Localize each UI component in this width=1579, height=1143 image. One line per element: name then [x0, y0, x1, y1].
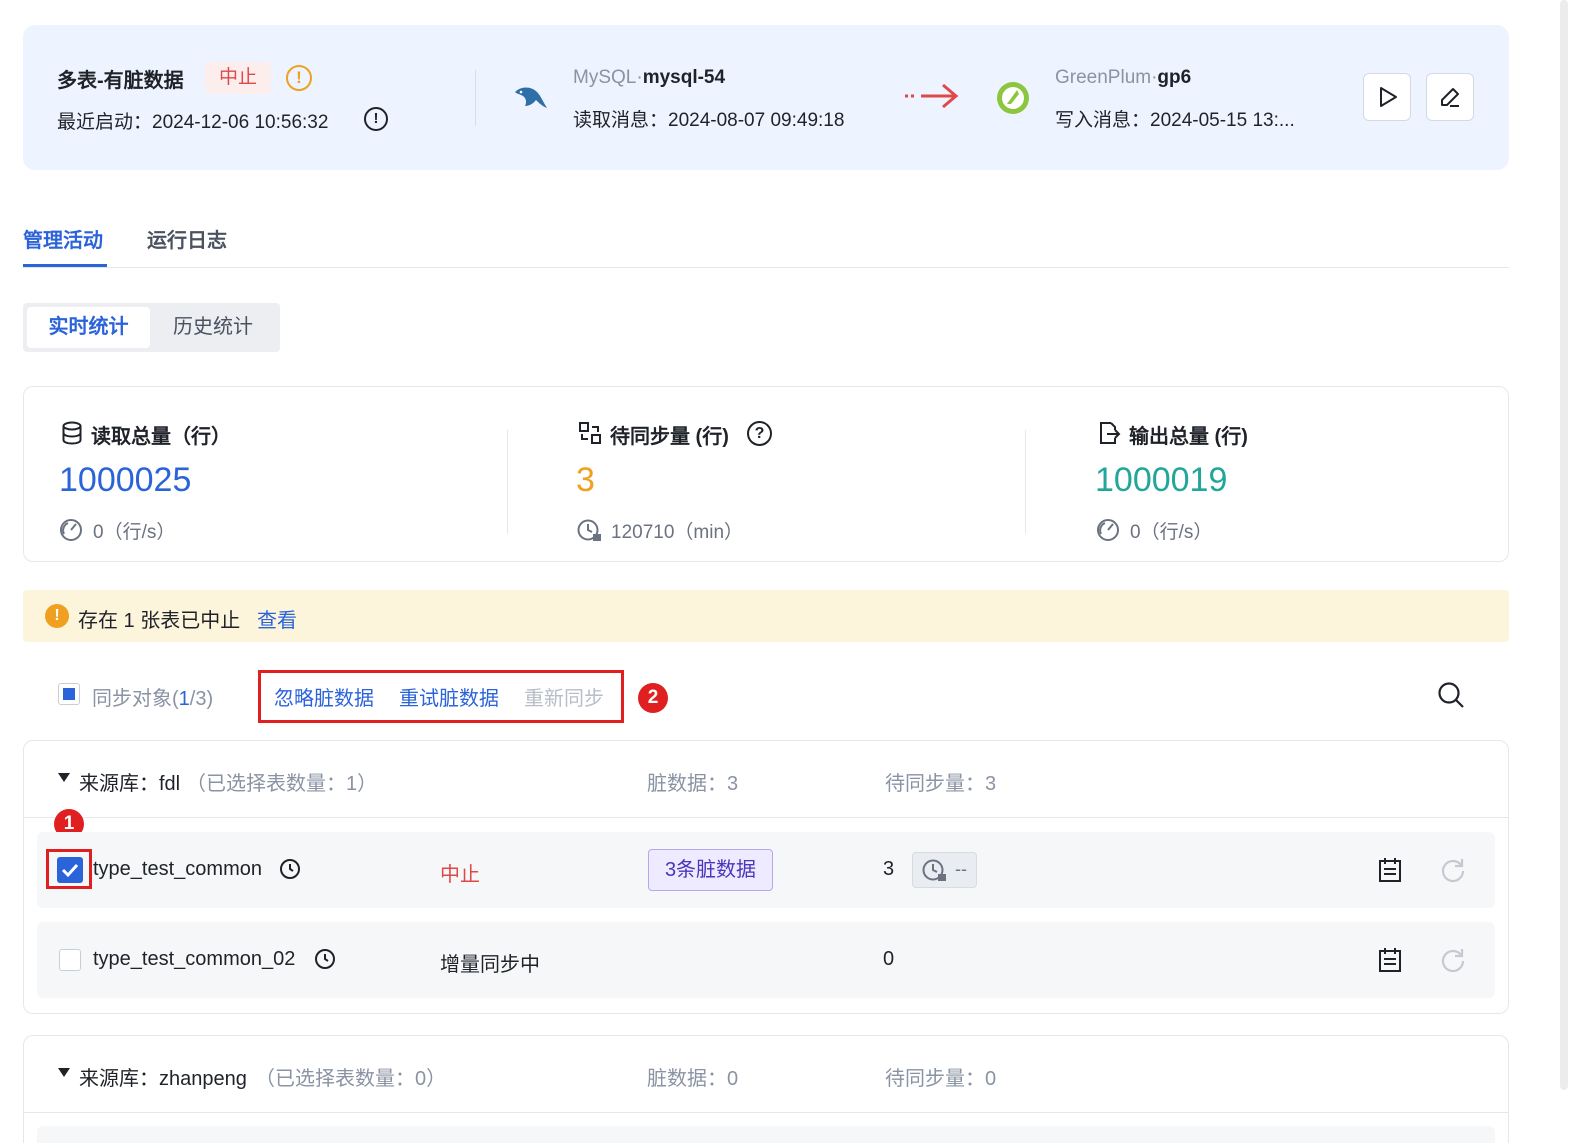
row-pending-count: 0 — [883, 948, 895, 970]
ignore-dirty-data-button[interactable]: 忽略脏数据 — [274, 682, 374, 711]
source-read-message: 读取消息：2024-08-07 09:49:18 — [573, 110, 845, 131]
caret-down-icon[interactable] — [57, 772, 71, 784]
calendar-log-icon[interactable] — [1378, 947, 1402, 973]
source-db-label: 来源库：zhanpeng — [79, 1068, 247, 1090]
caret-down-icon[interactable] — [57, 1067, 71, 1079]
source-type: MySQL·mysql-54 — [573, 67, 726, 88]
stats-divider-2 — [1025, 430, 1026, 534]
select-all-checkbox[interactable] — [58, 683, 80, 705]
edit-button[interactable] — [1426, 73, 1474, 121]
sync-object-count: 同步对象(1/3) — [92, 688, 214, 710]
run-button[interactable] — [1363, 73, 1411, 121]
pending-time: 120710（min） — [611, 522, 744, 543]
annotation-marker-2: 2 — [638, 683, 668, 713]
group-divider — [23, 817, 1509, 818]
pending-sync-value: 3 — [576, 461, 595, 499]
search-icon[interactable] — [1436, 680, 1466, 710]
stats-card — [23, 386, 1509, 562]
read-total-value: 1000025 — [59, 461, 192, 499]
calendar-log-icon[interactable] — [1378, 857, 1402, 883]
output-rate: 0（行/s） — [1130, 522, 1213, 543]
export-file-icon — [1100, 422, 1121, 444]
task-header-card — [23, 25, 1509, 170]
retry-dirty-data-button[interactable]: 重试脏数据 — [399, 682, 499, 711]
refresh-icon[interactable] — [1440, 857, 1466, 883]
row-status: 中止 — [440, 864, 480, 886]
greenplum-icon — [997, 82, 1029, 114]
refresh-icon[interactable] — [1440, 947, 1466, 973]
warning-banner — [23, 590, 1509, 642]
info-icon[interactable]: ! — [364, 107, 388, 131]
edit-icon — [1441, 88, 1459, 107]
pending-time-pill: -- — [912, 852, 977, 888]
task-title: 多表-有脏数据 — [57, 70, 184, 92]
speed-icon — [60, 519, 82, 541]
speed-icon — [1097, 519, 1119, 541]
tabs-divider — [23, 267, 1509, 268]
scrollbar[interactable] — [1560, 0, 1568, 1090]
target-type: GreenPlum·gp6 — [1055, 67, 1192, 88]
clock-icon[interactable] — [279, 858, 301, 880]
table-name: type_test_common_02 — [93, 948, 296, 970]
group-dirty-count: 脏数据：0 — [647, 1068, 739, 1090]
status-badge: 中止 — [205, 62, 272, 94]
target-write-message: 写入消息：2024-05-15 13:... — [1055, 110, 1295, 131]
segment-history[interactable]: 历史统计 — [150, 307, 276, 348]
selected-table-count: （已选择表数量：0） — [255, 1068, 447, 1090]
table-row[interactable] — [37, 1126, 1495, 1143]
table-name: type_test_common — [93, 858, 262, 880]
highlight-box — [46, 849, 92, 889]
warning-icon[interactable]: ! — [286, 65, 312, 91]
header-divider — [475, 70, 476, 126]
group-pending-count: 待同步量：3 — [885, 773, 997, 795]
timer-lock-icon — [577, 519, 601, 541]
row-checkbox[interactable] — [59, 949, 81, 971]
row-pending-count: 3 — [883, 858, 895, 880]
sync-pending-icon — [579, 422, 601, 444]
flow-arrow-icon — [905, 83, 959, 109]
tab-manage-activity[interactable]: 管理活动 — [23, 224, 103, 253]
segment-realtime[interactable]: 实时统计 — [27, 307, 150, 348]
clock-icon[interactable] — [314, 948, 336, 970]
row-status: 增量同步中 — [440, 954, 540, 976]
pending-sync-label: 待同步量 (行) — [610, 426, 729, 448]
view-link[interactable]: 查看 — [257, 604, 297, 633]
active-tab-indicator — [23, 264, 107, 267]
warning-icon: ! — [45, 604, 69, 628]
recent-start-text: 最近启动：2024-12-06 10:56:32 — [57, 112, 329, 133]
warning-text: 存在 1 张表已中止 — [78, 610, 241, 632]
resync-button[interactable]: 重新同步 — [524, 682, 604, 711]
output-total-value: 1000019 — [1095, 461, 1228, 499]
timer-lock-icon — [922, 859, 946, 881]
selected-table-count: （已选择表数量：1） — [186, 773, 378, 795]
dirty-data-button[interactable]: 3条脏数据 — [648, 849, 773, 891]
read-total-label: 读取总量（行） — [91, 426, 231, 448]
database-icon — [62, 421, 82, 445]
help-icon[interactable]: ? — [747, 421, 772, 446]
source-db-label: 来源库：fdl — [79, 773, 181, 795]
group-pending-count: 待同步量：0 — [885, 1068, 997, 1090]
output-total-label: 输出总量 (行) — [1129, 426, 1248, 448]
group-divider — [23, 1112, 1509, 1113]
pending-time-value: -- — [955, 859, 967, 879]
tab-run-log[interactable]: 运行日志 — [147, 224, 227, 253]
group-dirty-count: 脏数据：3 — [647, 773, 739, 795]
read-rate: 0（行/s） — [93, 522, 176, 543]
stats-divider-1 — [507, 430, 508, 534]
play-icon — [1380, 87, 1397, 107]
mysql-icon — [515, 87, 547, 108]
